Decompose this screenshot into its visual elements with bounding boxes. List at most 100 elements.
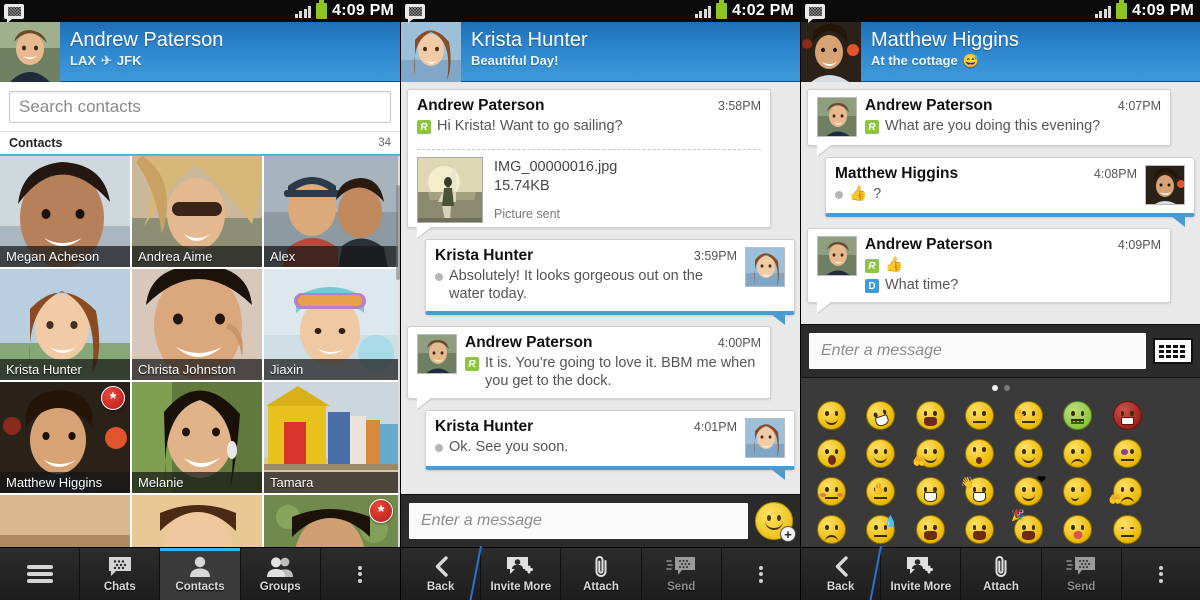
emoji-frown[interactable] bbox=[807, 510, 856, 548]
contact-tile[interactable]: Andrea Aime bbox=[132, 156, 264, 269]
bottom-navigation: Back Invite More Attach Send bbox=[401, 547, 800, 600]
nav-item-invite-more[interactable]: Invite More bbox=[881, 548, 962, 600]
phone-screen-chat-krista: 4:02 PM Krista Hunter Beautiful Day! And… bbox=[400, 0, 800, 600]
attachment-row[interactable]: IMG_00000016.jpg 15.74KB Picture sent bbox=[417, 149, 761, 227]
message-input[interactable]: Enter a message bbox=[809, 333, 1146, 369]
emoji-page-dots[interactable] bbox=[801, 383, 1200, 392]
emoji-smirk[interactable] bbox=[1053, 472, 1102, 510]
nav-item-send[interactable]: Send bbox=[642, 548, 722, 600]
message-bubble[interactable]: Krista Hunter 3:59PM Absolutely! It look… bbox=[425, 239, 795, 325]
nav-item-groups[interactable]: Groups bbox=[241, 548, 321, 600]
battery-icon bbox=[316, 0, 328, 19]
attachment-thumbnail[interactable] bbox=[417, 157, 483, 223]
keyboard-icon[interactable] bbox=[1153, 338, 1193, 364]
nav-item-overflow[interactable] bbox=[321, 548, 400, 600]
message-bubble[interactable]: Andrew Paterson 3:58PM R Hi Krista! Want… bbox=[407, 89, 771, 228]
emoji-eyes-up[interactable] bbox=[955, 434, 1004, 472]
overflow-icon bbox=[1159, 563, 1164, 585]
emoji-wave-laugh[interactable]: 👋 bbox=[955, 472, 1004, 510]
page-dot[interactable] bbox=[1004, 384, 1010, 391]
nav-item-send[interactable]: Send bbox=[1042, 548, 1122, 600]
emoji-neutral[interactable] bbox=[955, 396, 1004, 434]
emoji-whistle[interactable]: ✋ bbox=[856, 472, 905, 510]
emoji-kiss-heart[interactable]: ❤ bbox=[1004, 472, 1053, 510]
emoji-tongue-wink[interactable] bbox=[906, 396, 955, 434]
contact-name: Christa Johnston bbox=[132, 359, 262, 380]
contact-tile[interactable]: Melanie bbox=[132, 382, 264, 495]
emoji-yawn[interactable] bbox=[906, 510, 955, 548]
message-avatar bbox=[817, 97, 857, 137]
contact-tile[interactable]: Tamara bbox=[264, 382, 398, 495]
andrew-avatar-image bbox=[818, 237, 856, 275]
contact-tile[interactable]: Jiaxin bbox=[264, 269, 398, 382]
emoji-party[interactable]: 🎉 bbox=[1004, 510, 1053, 548]
emoji-scared-hands[interactable]: 🤲 bbox=[1103, 472, 1152, 510]
message-time: 4:00PM bbox=[717, 336, 761, 350]
nav-item-invite-more[interactable]: Invite More bbox=[481, 548, 562, 600]
sidebar-item-menu[interactable] bbox=[0, 548, 81, 600]
emoji-smile[interactable] bbox=[807, 396, 856, 434]
contact-tile[interactable]: Matthew Higgins * bbox=[0, 382, 132, 495]
emoji-sick[interactable] bbox=[1053, 396, 1102, 434]
nav-item-attach[interactable]: Attach bbox=[961, 548, 1042, 600]
nav-item-overflow[interactable] bbox=[1122, 548, 1200, 600]
read-marker-icon: R bbox=[465, 357, 479, 371]
message-bubble[interactable]: Andrew Paterson 4:07PM R What are you do… bbox=[807, 89, 1171, 146]
airplane-icon: ✈ bbox=[101, 53, 112, 68]
nav-item-back[interactable]: Back bbox=[801, 548, 882, 600]
emoji-grin[interactable] bbox=[906, 472, 955, 510]
message-placeholder: Enter a message bbox=[421, 512, 542, 529]
emoji-laugh-tilt[interactable] bbox=[856, 396, 905, 434]
nav-item-attach[interactable]: Attach bbox=[561, 548, 642, 600]
app-header[interactable]: Krista Hunter Beautiful Day! bbox=[401, 22, 800, 82]
phone-screen-contacts: 4:09 PM Andrew Paterson LAX ✈ JFK Search… bbox=[0, 0, 400, 600]
page-dot-active[interactable] bbox=[992, 384, 998, 391]
avatar[interactable] bbox=[801, 22, 861, 82]
message-input[interactable]: Enter a message bbox=[409, 503, 748, 539]
emoji-shy-hands[interactable]: 🤲 bbox=[906, 434, 955, 472]
app-header[interactable]: Andrew Paterson LAX ✈ JFK bbox=[0, 22, 400, 82]
message-time: 4:07PM bbox=[1117, 99, 1161, 113]
nav-item-chats[interactable]: Chats bbox=[80, 548, 161, 600]
emoji-blush[interactable] bbox=[807, 472, 856, 510]
message-bubble[interactable]: Matthew Higgins 4:08PM 👍 ? bbox=[825, 157, 1195, 227]
avatar[interactable] bbox=[401, 22, 461, 82]
emoji-surprised[interactable] bbox=[807, 434, 856, 472]
message-bubble[interactable]: Andrew Paterson 4:00PM R It is. You're g… bbox=[407, 326, 771, 399]
contact-tile[interactable]: Krista Hunter bbox=[0, 269, 132, 382]
emoji-relieved[interactable] bbox=[1103, 510, 1152, 548]
phone-screen-chat-matthew: 4:09 PM Matthew Higgins At the cottage 😅… bbox=[800, 0, 1200, 600]
message-list[interactable]: Andrew Paterson 3:58PM R Hi Krista! Want… bbox=[401, 82, 800, 494]
nav-item-contacts[interactable]: Contacts bbox=[160, 548, 241, 600]
nav-label: Chats bbox=[103, 580, 136, 593]
message-bubble[interactable]: Andrew Paterson 4:09PM R 👍 D What time? bbox=[807, 228, 1171, 303]
emoji-sweat-nervous[interactable]: 💧 bbox=[856, 510, 905, 548]
contact-tile[interactable]: Alex bbox=[264, 156, 398, 269]
contact-tile[interactable]: Christa Johnston bbox=[132, 269, 264, 382]
app-header[interactable]: Matthew Higgins At the cottage 😅 bbox=[801, 22, 1200, 82]
nav-label: Invite More bbox=[490, 580, 552, 593]
emoji-angry[interactable] bbox=[1103, 396, 1152, 434]
emoji-keyboard: ✋ 🤲 ✋ 👋 ❤ 🤲 💧 🎉 bbox=[801, 377, 1200, 582]
contact-tile[interactable]: Megan Acheson bbox=[0, 156, 132, 269]
people-icon bbox=[267, 557, 294, 577]
smiley-add-icon[interactable]: + bbox=[755, 502, 796, 542]
avatar[interactable] bbox=[0, 22, 60, 82]
andrew-avatar-image bbox=[418, 335, 456, 373]
header-display-name: Krista Hunter bbox=[471, 29, 588, 51]
emoji-smile[interactable] bbox=[856, 434, 905, 472]
contact-name: Andrea Aime bbox=[132, 246, 262, 267]
message-bubble[interactable]: Krista Hunter 4:01PM Ok. See you soon. bbox=[425, 410, 795, 480]
nav-item-back[interactable]: Back bbox=[401, 548, 482, 600]
emoji-big-grin[interactable] bbox=[955, 510, 1004, 548]
emoji-bruised[interactable] bbox=[1103, 434, 1152, 472]
emoji-worried[interactable] bbox=[1053, 434, 1102, 472]
search-input[interactable]: Search contacts bbox=[9, 91, 391, 123]
header-status-text: At the cottage bbox=[871, 53, 958, 68]
emoji-facepalm[interactable]: ✋ bbox=[1004, 396, 1053, 434]
delivered-dot-icon bbox=[435, 273, 443, 281]
emoji-kiss[interactable] bbox=[1053, 510, 1102, 548]
message-list[interactable]: Andrew Paterson 4:07PM R What are you do… bbox=[801, 82, 1200, 325]
emoji-content[interactable] bbox=[1004, 434, 1053, 472]
nav-item-overflow[interactable] bbox=[722, 548, 800, 600]
